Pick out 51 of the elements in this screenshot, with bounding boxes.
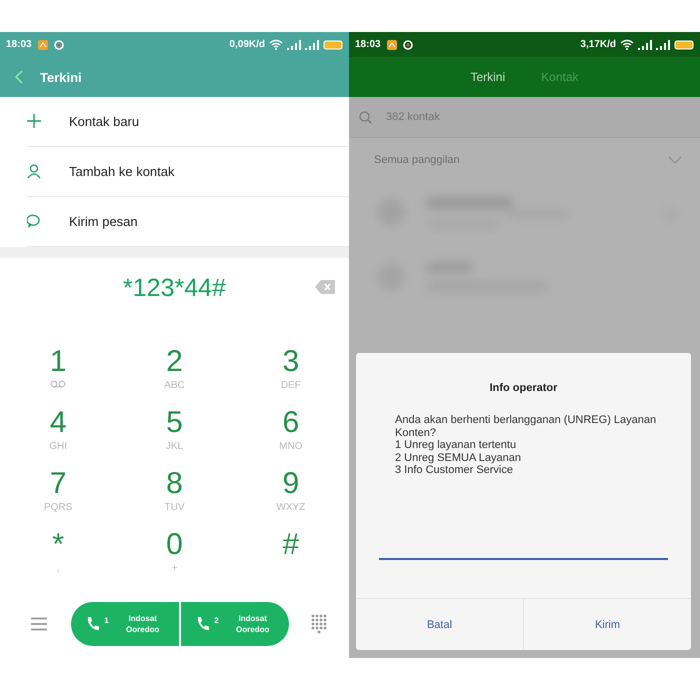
chevron-down-icon[interactable] <box>668 156 682 164</box>
menu-icon[interactable] <box>30 617 48 631</box>
dialpad-icon[interactable] <box>311 614 327 634</box>
dial-key[interactable]: 8 TUV <box>164 468 184 529</box>
status-time: 18:03 <box>355 39 381 50</box>
message-icon <box>27 214 41 229</box>
wifi-icon <box>269 39 283 50</box>
app-notification-icon <box>38 40 48 50</box>
dial-key[interactable]: 2 ABC <box>164 346 185 407</box>
network-speed: 3,17K/d <box>580 39 616 50</box>
dial-key[interactable]: * , <box>52 529 64 590</box>
signal-icon <box>287 40 301 50</box>
sim-call-button[interactable]: 1 Indosat Ooredoo <box>70 602 178 646</box>
search-icon <box>359 110 372 124</box>
signal-icon <box>656 40 670 50</box>
network-speed: 0,09K/d <box>229 39 265 50</box>
dial-key[interactable]: 5 JKL <box>166 407 184 468</box>
voicemail-icon <box>50 380 66 388</box>
back-icon[interactable] <box>14 70 24 84</box>
app-notification-icon <box>402 40 413 50</box>
person-icon <box>27 164 41 179</box>
dial-key[interactable]: 0 + <box>166 529 183 590</box>
battery-icon <box>674 40 694 50</box>
dial-key[interactable]: 6 MNO <box>279 407 302 468</box>
dial-key[interactable]: 4 GHI <box>49 407 68 468</box>
dialog-message: Anda akan berhenti berlangganan (UNREG) Layanan Konten? 1 Unreg layanan tertentu 2 Unreg SEMUA Layanan 3 Info Customer Service <box>395 414 658 476</box>
tab[interactable]: Terkini <box>470 70 506 84</box>
status-time: 18:03 <box>6 39 32 50</box>
filter-label: Semua panggilan <box>374 154 460 166</box>
search-field[interactable]: 382 kontak <box>384 110 588 124</box>
dialed-number: *123*44# <box>123 274 226 302</box>
dial-key[interactable]: 1 <box>50 346 66 407</box>
dial-key[interactable]: 9 WXYZ <box>276 468 306 529</box>
sim-number: 1 <box>104 616 109 625</box>
backspace-icon[interactable] <box>315 280 335 294</box>
app-notification-icon <box>54 40 64 50</box>
dialog-button[interactable]: Kirim <box>523 599 691 650</box>
sim-number: 2 <box>214 616 219 625</box>
dial-key[interactable]: # <box>282 529 300 590</box>
dial-key[interactable]: 3 DEF <box>280 346 301 407</box>
sim-call-button[interactable]: 2 Indosat Ooredoo <box>180 602 288 646</box>
screen-title: Terkini <box>40 70 82 84</box>
signal-icon <box>638 40 652 50</box>
plus-icon <box>27 114 41 129</box>
dialog-title: Info operator <box>488 382 558 394</box>
wifi-icon <box>620 39 634 50</box>
dialog-button[interactable]: Batal <box>356 599 523 650</box>
app-notification-icon <box>386 40 397 50</box>
signal-icon <box>305 40 319 50</box>
dial-key[interactable]: 7 PQRS <box>44 468 72 529</box>
battery-icon <box>323 40 343 50</box>
